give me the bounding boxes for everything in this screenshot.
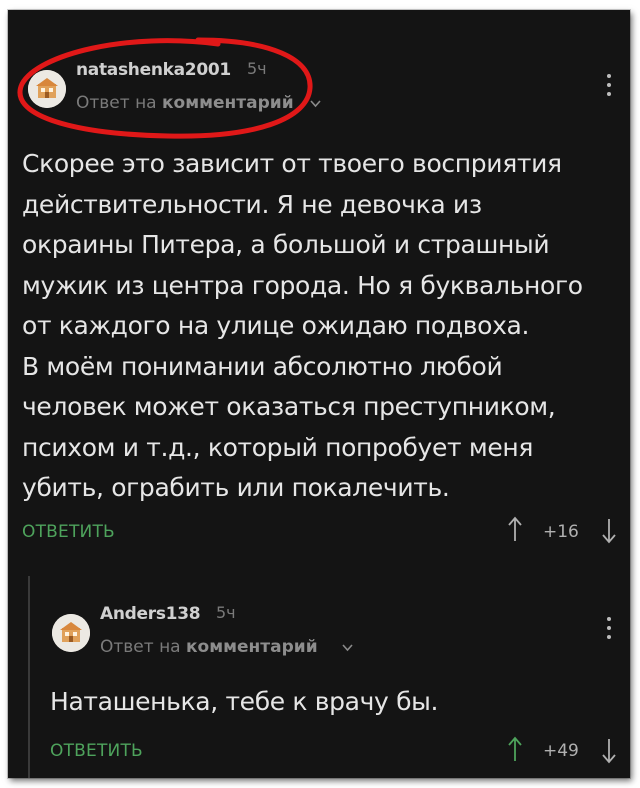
avatar-image bbox=[28, 70, 66, 108]
avatar[interactable] bbox=[52, 614, 90, 652]
comment-line: от каждого на улице ожидаю подвоха. bbox=[22, 311, 530, 340]
comment-line: мужик из центра города. Но я буквального bbox=[22, 270, 583, 300]
comment-line: В моём понимании абсолютно любой bbox=[22, 351, 503, 381]
reply-button[interactable]: ОТВЕТИТЬ bbox=[50, 741, 143, 761]
score: +16 bbox=[543, 522, 579, 542]
reply-to-prefix: Ответ на bbox=[76, 93, 163, 113]
username[interactable]: Anders138 bbox=[100, 604, 201, 624]
comment-body: Наташенька, тебе к врачу бы. bbox=[50, 682, 438, 723]
comment-line: окраины Питера, а большой и страшный bbox=[22, 230, 550, 259]
thread-line bbox=[28, 576, 30, 778]
score: +49 bbox=[543, 741, 579, 761]
chevron-down-icon[interactable] bbox=[310, 100, 321, 108]
downvote-arrow-icon[interactable] bbox=[602, 518, 616, 544]
timestamp: 5ч bbox=[216, 603, 236, 622]
reply-to-target: комментарий bbox=[162, 93, 294, 113]
reply-to-target: комментарий bbox=[186, 637, 318, 657]
screenshot-frame: natashenka2001 5ч Ответ на комментарий С… bbox=[8, 10, 630, 778]
timestamp: 5ч bbox=[247, 59, 267, 78]
avatar[interactable] bbox=[28, 70, 66, 108]
chevron-down-icon[interactable] bbox=[342, 644, 353, 652]
username[interactable]: natashenka2001 bbox=[76, 60, 231, 80]
comment-line: убить, ограбить или покалечить. bbox=[22, 473, 450, 502]
reply-to-prefix: Ответ на bbox=[100, 637, 187, 657]
reply-to-link[interactable]: Ответ на комментарий bbox=[100, 637, 318, 657]
comment-line: действительности. Я не девочка из bbox=[22, 189, 482, 219]
reply-to-link[interactable]: Ответ на комментарий bbox=[76, 93, 294, 113]
comment-line: психом и т.д., который попробует меня bbox=[22, 432, 534, 462]
comment-line: человек может оказаться преступником, bbox=[22, 392, 556, 421]
comment-line: Скорее это зависит от твоего восприятия bbox=[22, 149, 562, 178]
upvote-arrow-icon[interactable] bbox=[508, 736, 522, 762]
comment-body: Скорее это зависит от твоего восприятия … bbox=[22, 144, 583, 509]
comment-line: Наташенька, тебе к врачу бы. bbox=[50, 687, 439, 716]
avatar-image bbox=[52, 614, 90, 652]
downvote-arrow-icon[interactable] bbox=[602, 738, 616, 764]
upvote-arrow-icon[interactable] bbox=[508, 516, 522, 542]
reply-button[interactable]: ОТВЕТИТЬ bbox=[22, 522, 115, 542]
kebab-menu-icon[interactable] bbox=[606, 617, 612, 643]
kebab-menu-icon[interactable] bbox=[606, 74, 612, 100]
